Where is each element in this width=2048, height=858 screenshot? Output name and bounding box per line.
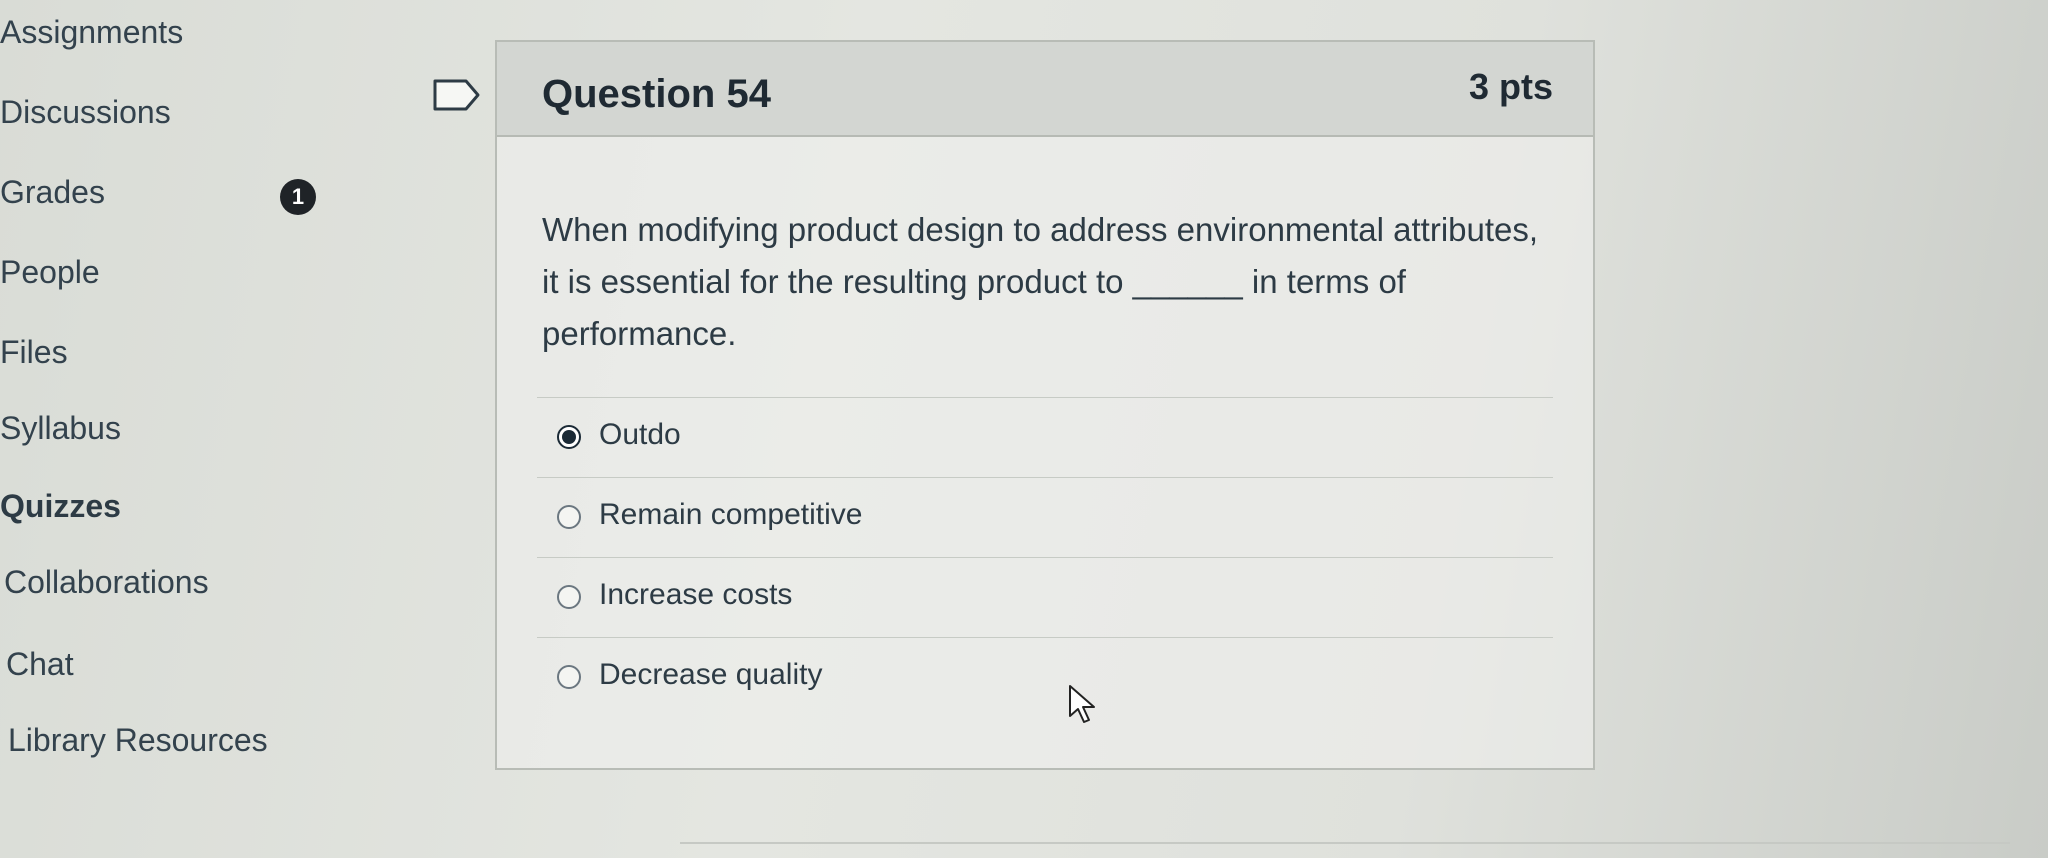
nav-item-collaborations[interactable]: Collaborations [4,564,209,601]
answer-option-remain-competitive[interactable]: Remain competitive [537,477,1553,557]
grades-notification-badge: 1 [280,179,316,215]
answer-label[interactable]: Outdo [599,418,681,452]
question-text: When modifying product design to address… [542,211,1539,352]
nav-item-people[interactable]: People [0,254,100,291]
radio-button[interactable] [557,585,581,609]
radio-button[interactable] [557,505,581,529]
question-points: 3 pts [1468,66,1553,107]
radio-button[interactable] [557,665,581,689]
nav-item-assignments[interactable]: Assignments [0,14,183,51]
answer-label[interactable]: Increase costs [599,578,792,612]
nav-item-files[interactable]: Files [0,334,68,371]
nav-item-library-resources[interactable]: Library Resources [8,722,268,759]
nav-item-quizzes[interactable]: Quizzes [0,488,121,525]
answer-option-increase-costs[interactable]: Increase costs [537,557,1553,637]
question-title: Question 54 [542,72,771,116]
answer-option-decrease-quality[interactable]: Decrease quality [537,637,1553,717]
nav-item-grades[interactable]: Grades [0,174,105,211]
course-navigation: Assignments Discussions Grades 1 People … [0,0,316,858]
divider [680,842,2010,844]
question-card: Question 54 3 pts When modifying product… [495,40,1595,770]
nav-item-syllabus[interactable]: Syllabus [0,410,121,447]
radio-button-selected[interactable] [557,425,581,449]
answer-label[interactable]: Decrease quality [599,658,822,692]
answer-list: Outdo Remain competitive Increase costs … [497,397,1593,717]
mouse-cursor-icon [1068,684,1098,726]
answer-option-outdo[interactable]: Outdo [537,397,1553,477]
flag-icon[interactable] [432,78,482,112]
nav-item-discussions[interactable]: Discussions [0,94,171,131]
answer-label[interactable]: Remain competitive [599,498,862,532]
nav-item-chat[interactable]: Chat [6,646,74,683]
question-header: Question 54 3 pts [497,42,1593,137]
